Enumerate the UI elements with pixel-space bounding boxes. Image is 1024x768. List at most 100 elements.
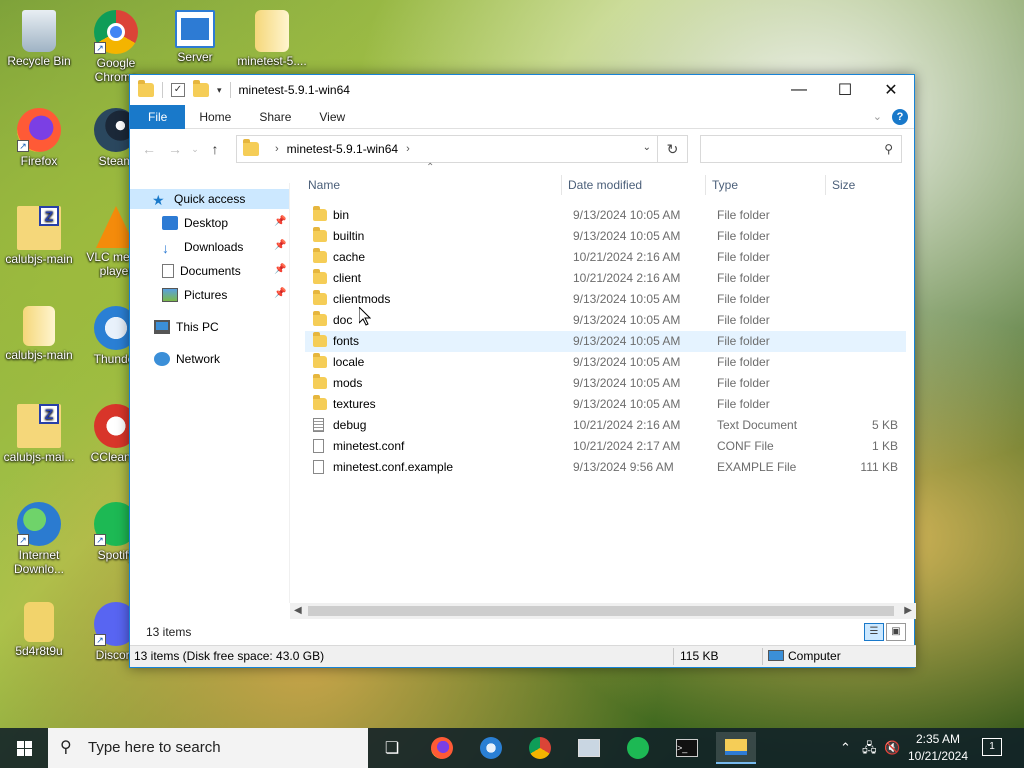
nav-quick-access[interactable]: ★ Quick access bbox=[130, 189, 289, 209]
desktop-icon-firefox[interactable]: ↗ Firefox bbox=[1, 108, 77, 168]
file-row[interactable]: debug 10/21/2024 2:16 AM Text Document 5 KB bbox=[305, 415, 906, 436]
column-header-size[interactable]: Size bbox=[832, 171, 892, 199]
file-row[interactable]: client 10/21/2024 2:16 AM File folder bbox=[305, 268, 906, 289]
status-selection-size: 115 KB bbox=[680, 649, 719, 663]
large-icons-view-icon[interactable]: ▣ bbox=[886, 623, 906, 641]
tab-share[interactable]: Share bbox=[245, 105, 305, 129]
clock-date: 10/21/2024 bbox=[907, 749, 969, 763]
task-view-button[interactable]: ❏ bbox=[372, 732, 412, 764]
nav-this-pc[interactable]: This PC bbox=[154, 317, 219, 337]
search-icon: ⚲ bbox=[884, 142, 893, 156]
file-row[interactable]: builtin 9/13/2024 10:05 AM File folder bbox=[305, 226, 906, 247]
notification-count: 1 bbox=[989, 741, 995, 752]
file-row[interactable]: bin 9/13/2024 10:05 AM File folder bbox=[305, 205, 906, 226]
desktop-icon-chrome[interactable]: ↗ Google Chrome bbox=[78, 10, 154, 84]
address-dropdown-icon[interactable]: ⌄ bbox=[643, 142, 651, 153]
search-input[interactable]: ⚲ bbox=[700, 135, 902, 163]
file-row[interactable]: minetest.conf.example 9/13/2024 9:56 AM EX… bbox=[305, 457, 906, 478]
address-bar[interactable]: › minetest-5.9.1-win64 › ⌄ bbox=[236, 135, 658, 163]
breadcrumb-current[interactable]: minetest-5.9.1-win64 bbox=[287, 142, 398, 156]
desktop-icon-5d4r8t9u[interactable]: 5d4r8t9u bbox=[1, 602, 77, 658]
title-bar[interactable]: ✓ ▾ minetest-5.9.1-win64 — ☐ ✕ bbox=[130, 75, 914, 105]
desktop-icon-minetest-folder[interactable]: minetest-5.... bbox=[234, 10, 310, 68]
network-tray-icon[interactable]: 🖧 bbox=[862, 728, 877, 768]
file-icon bbox=[313, 439, 324, 453]
nav-downloads[interactable]: ↓ Downloads bbox=[162, 237, 243, 257]
taskbar-thunderbird[interactable] bbox=[471, 732, 511, 764]
new-folder-icon[interactable] bbox=[193, 80, 209, 97]
taskbar-file-explorer[interactable] bbox=[716, 732, 756, 764]
taskbar-terminal[interactable]: >_ bbox=[667, 732, 707, 764]
back-arrow-icon[interactable]: ← bbox=[136, 141, 162, 157]
nav-pictures[interactable]: Pictures bbox=[162, 285, 227, 305]
title-divider bbox=[229, 82, 231, 98]
properties-check-icon[interactable]: ✓ bbox=[171, 83, 185, 97]
file-row[interactable]: minetest.conf 10/21/2024 2:17 AM CONF File… bbox=[305, 436, 906, 457]
shortcut-arrow-icon: ↗ bbox=[94, 42, 106, 54]
forward-arrow-icon[interactable]: → bbox=[162, 141, 188, 157]
minimize-button[interactable]: — bbox=[776, 75, 822, 105]
details-view-icon[interactable]: ☰ bbox=[864, 623, 884, 641]
desktop-icon-calubjs-main-folder[interactable]: calubjs-main bbox=[1, 306, 77, 362]
pin-icon[interactable]: 📌 bbox=[274, 240, 286, 251]
breadcrumb-chevron-icon[interactable]: › bbox=[275, 143, 279, 155]
taskbar-files-app[interactable] bbox=[569, 732, 609, 764]
system-clock[interactable]: 2:35 AM 10/21/2024 bbox=[902, 731, 974, 765]
terminal-icon: >_ bbox=[676, 739, 698, 757]
show-hidden-icons-chevron[interactable]: ⌃ bbox=[840, 728, 851, 768]
expand-ribbon-icon[interactable]: ⌄ bbox=[873, 110, 882, 123]
firefox-icon: ↗ bbox=[17, 108, 61, 152]
refresh-button[interactable]: ↻ bbox=[658, 135, 688, 163]
file-row[interactable]: doc 9/13/2024 10:05 AM File folder bbox=[305, 310, 906, 331]
nav-desktop[interactable]: Desktop bbox=[162, 213, 228, 233]
notification-center-button[interactable]: 1 bbox=[982, 738, 1002, 756]
close-button[interactable]: ✕ bbox=[868, 75, 914, 105]
file-row[interactable]: mods 9/13/2024 10:05 AM File folder bbox=[305, 373, 906, 394]
column-header-type[interactable]: Type bbox=[712, 171, 812, 199]
start-button[interactable] bbox=[0, 728, 48, 768]
column-header-date-modified[interactable]: Date modified bbox=[568, 171, 698, 199]
desktop-icon-calubjs-mai-zip[interactable]: Z calubjs-mai... bbox=[1, 404, 77, 464]
column-divider[interactable] bbox=[561, 175, 562, 195]
taskbar-firefox[interactable] bbox=[422, 732, 462, 764]
file-date-modified: 9/13/2024 10:05 AM bbox=[573, 355, 681, 369]
recent-locations-chevron-icon[interactable]: ⌄ bbox=[188, 144, 202, 155]
tab-home[interactable]: Home bbox=[185, 105, 245, 129]
nav-network[interactable]: Network bbox=[154, 349, 220, 369]
desktop-icon-calubjs-main-zip[interactable]: Z calubjs-main bbox=[1, 206, 77, 266]
scroll-right-icon[interactable]: ▶ bbox=[904, 603, 912, 619]
file-row[interactable]: fonts 9/13/2024 10:05 AM File folder bbox=[305, 331, 906, 352]
column-divider[interactable] bbox=[705, 175, 706, 195]
folder-zip-icon bbox=[255, 10, 289, 52]
pin-icon[interactable]: 📌 bbox=[274, 216, 286, 227]
taskbar-chrome[interactable] bbox=[520, 732, 560, 764]
scrollbar-thumb[interactable] bbox=[308, 606, 894, 616]
tab-view[interactable]: View bbox=[305, 105, 359, 129]
column-header-name[interactable]: Name bbox=[308, 171, 558, 199]
file-name: client bbox=[333, 271, 362, 285]
quick-access-toolbar-dropdown-icon[interactable]: ▾ bbox=[217, 85, 222, 96]
desktop-icon-idm[interactable]: ↗ Internet Downlo... bbox=[1, 502, 77, 576]
nav-documents[interactable]: Documents bbox=[162, 261, 241, 281]
file-row[interactable]: locale 9/13/2024 10:05 AM File folder bbox=[305, 352, 906, 373]
pin-icon[interactable]: 📌 bbox=[274, 288, 286, 299]
up-arrow-icon[interactable]: ↑ bbox=[202, 141, 228, 157]
volume-muted-icon[interactable]: 🔇 bbox=[884, 728, 900, 768]
taskbar-spotify[interactable] bbox=[618, 732, 658, 764]
file-row[interactable]: textures 9/13/2024 10:05 AM File folder bbox=[305, 394, 906, 415]
file-size: 111 KB bbox=[860, 460, 898, 474]
breadcrumb-chevron-icon[interactable]: › bbox=[406, 143, 410, 155]
pin-icon[interactable]: 📌 bbox=[274, 264, 286, 275]
desktop-icon-recycle-bin[interactable]: Recycle Bin bbox=[1, 10, 77, 68]
maximize-button[interactable]: ☐ bbox=[822, 75, 868, 105]
horizontal-scrollbar[interactable]: ◀ ▶ bbox=[290, 603, 916, 619]
help-icon[interactable]: ? bbox=[892, 108, 908, 125]
tab-file[interactable]: File bbox=[130, 104, 186, 129]
taskbar-search-box[interactable]: ⚲ Type here to search bbox=[48, 728, 368, 768]
file-row[interactable]: clientmods 9/13/2024 10:05 AM File folder bbox=[305, 289, 906, 310]
column-divider[interactable] bbox=[825, 175, 826, 195]
scroll-left-icon[interactable]: ◀ bbox=[294, 603, 302, 619]
file-type: Text Document bbox=[717, 418, 798, 432]
desktop-icon-server[interactable]: Server bbox=[157, 10, 233, 64]
file-row[interactable]: cache 10/21/2024 2:16 AM File folder bbox=[305, 247, 906, 268]
